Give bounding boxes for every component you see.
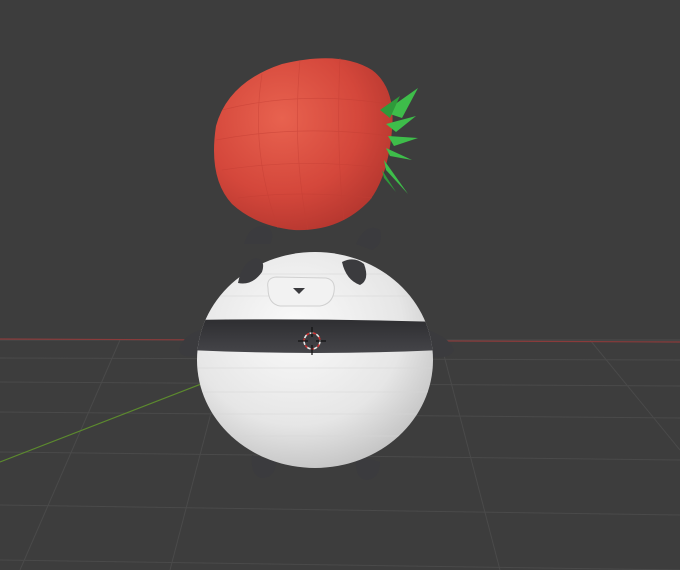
panda-ears[interactable] — [244, 225, 381, 250]
strawberry[interactable] — [214, 57, 418, 231]
viewport-canvas[interactable] — [0, 0, 680, 570]
3d-viewport[interactable] — [0, 0, 680, 570]
